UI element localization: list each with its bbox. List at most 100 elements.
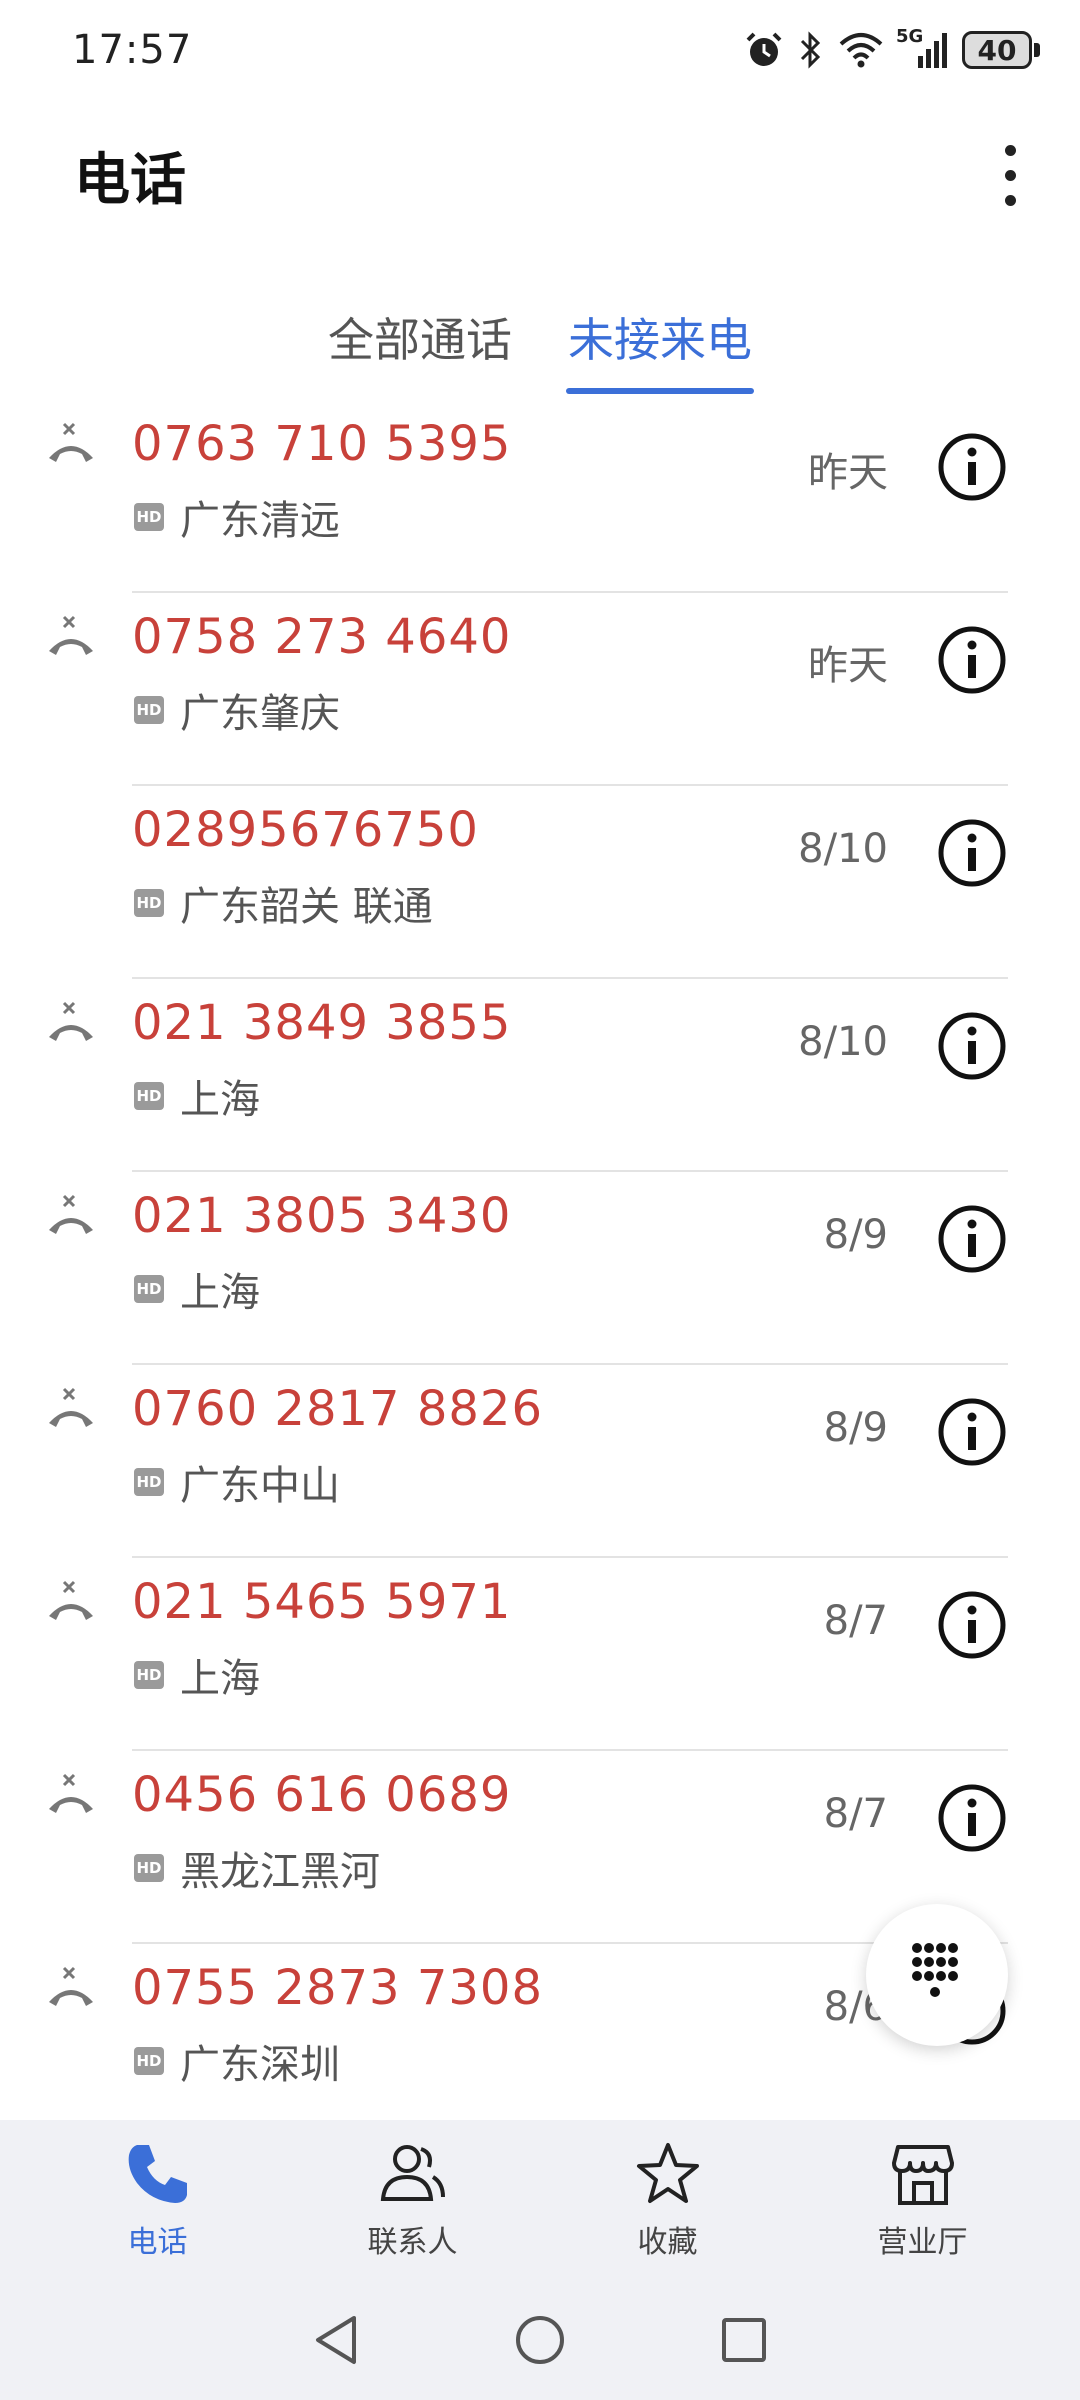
- call-sub: HD 广东中山: [134, 1453, 340, 1511]
- tab-all-calls[interactable]: 全部通话: [326, 300, 514, 396]
- call-date: 8/9: [823, 1212, 888, 1258]
- app-header: 电话: [0, 120, 1080, 230]
- dialpad-icon: [912, 1943, 958, 1997]
- call-location: 上海: [180, 1270, 260, 1316]
- call-row[interactable]: 0760 2817 8826 HD 广东中山 8/9: [0, 1365, 1080, 1558]
- call-row[interactable]: 0758 273 4640 HD 广东肇庆 昨天: [0, 593, 1080, 786]
- bluetooth-icon: [796, 30, 826, 70]
- home-icon[interactable]: [512, 2312, 568, 2368]
- call-row[interactable]: 021 5465 5971 HD 上海 8/7: [0, 1558, 1080, 1751]
- call-location: 广东深圳: [180, 2042, 340, 2088]
- call-date: 8/9: [823, 1405, 888, 1451]
- phone-icon: [128, 2145, 187, 2203]
- hd-badge: HD: [134, 696, 164, 724]
- nav-label: 联系人: [367, 2225, 458, 2260]
- battery-level: 40: [962, 31, 1032, 69]
- call-sub: HD 黑龙江黑河: [134, 1839, 380, 1897]
- call-date: 8/10: [798, 1019, 888, 1065]
- battery-icon: 40: [962, 31, 1040, 69]
- info-icon[interactable]: [937, 432, 1007, 502]
- call-sub: HD 广东韶关 联通: [134, 874, 433, 932]
- missed-call-icon: [49, 615, 93, 655]
- call-row[interactable]: 0763 710 5395 HD 广东清远 昨天: [0, 400, 1080, 593]
- status-time: 17:57: [72, 27, 193, 73]
- page-title: 电话: [74, 147, 186, 213]
- call-row[interactable]: 021 3849 3855 HD 上海 8/10: [0, 979, 1080, 1172]
- call-date: 8/7: [823, 1598, 888, 1644]
- call-number: 0758 273 4640: [132, 609, 512, 665]
- call-date: 昨天: [808, 643, 888, 689]
- call-location: 上海: [180, 1077, 260, 1123]
- hd-badge: HD: [134, 1661, 164, 1689]
- call-sub: HD 上海: [134, 1260, 260, 1318]
- call-row[interactable]: 02895676750 HD 广东韶关 联通 8/10: [0, 786, 1080, 979]
- missed-call-icon: [49, 422, 93, 462]
- call-number: 021 3805 3430: [132, 1188, 512, 1244]
- info-icon[interactable]: [937, 1590, 1007, 1660]
- system-nav-bar: [0, 2280, 1080, 2400]
- status-bar: 17:57 5G 40: [0, 0, 1080, 100]
- contacts-icon: [380, 2145, 445, 2201]
- call-location: 广东韶关 联通: [180, 884, 433, 930]
- hd-badge: HD: [134, 1468, 164, 1496]
- call-date: 昨天: [808, 450, 888, 496]
- more-vertical-icon[interactable]: [980, 120, 1040, 230]
- bottom-nav: 电话 联系人 收藏 营业厅: [0, 2120, 1080, 2280]
- info-icon[interactable]: [937, 625, 1007, 695]
- wifi-icon: [838, 30, 884, 70]
- star-icon: [636, 2143, 699, 2203]
- missed-call-icon: [49, 1773, 93, 1813]
- info-icon[interactable]: [937, 1783, 1007, 1853]
- call-location: 广东中山: [180, 1463, 340, 1509]
- missed-call-icon: [49, 1001, 93, 1041]
- nav-item-favorites[interactable]: 收藏: [568, 2139, 768, 2261]
- nav-item-phone[interactable]: 电话: [58, 2139, 258, 2261]
- call-sub: HD 上海: [134, 1067, 260, 1125]
- call-number: 021 5465 5971: [132, 1574, 512, 1630]
- nav-label: 电话: [127, 2225, 188, 2260]
- call-number: 0755 2873 7308: [132, 1960, 543, 2016]
- call-sub: HD 上海: [134, 1646, 260, 1704]
- call-date: 8/7: [823, 1791, 888, 1837]
- call-location: 广东清远: [180, 498, 340, 544]
- call-list: 0763 710 5395 HD 广东清远 昨天 0758 273 4640 H…: [0, 400, 1080, 2137]
- nav-item-store[interactable]: 营业厅: [823, 2139, 1023, 2261]
- call-tabs: 全部通话 未接来电: [0, 300, 1080, 396]
- status-icons: 5G 40: [744, 26, 1040, 70]
- call-number: 02895676750: [132, 802, 479, 858]
- info-icon[interactable]: [937, 818, 1007, 888]
- nav-label: 收藏: [637, 2225, 698, 2260]
- dialpad-button[interactable]: [866, 1904, 1008, 2046]
- call-sub: HD 广东肇庆: [134, 681, 340, 739]
- call-sub: HD 广东深圳: [134, 2032, 340, 2090]
- signal-icon: 5G: [896, 26, 950, 70]
- call-location: 上海: [180, 1656, 260, 1702]
- missed-call-icon: [49, 1966, 93, 2006]
- info-icon[interactable]: [937, 1204, 1007, 1274]
- call-number: 0760 2817 8826: [132, 1381, 543, 1437]
- hd-badge: HD: [134, 503, 164, 531]
- recents-icon[interactable]: [718, 2314, 770, 2366]
- hd-badge: HD: [134, 1275, 164, 1303]
- call-location: 黑龙江黑河: [180, 1849, 380, 1895]
- tab-missed-calls[interactable]: 未接来电: [566, 300, 754, 396]
- call-number: 021 3849 3855: [132, 995, 512, 1051]
- info-icon[interactable]: [937, 1011, 1007, 1081]
- alarm-icon: [744, 30, 784, 70]
- nav-item-contacts[interactable]: 联系人: [313, 2139, 513, 2261]
- call-number: 0456 616 0689: [132, 1767, 512, 1823]
- hd-badge: HD: [134, 889, 164, 917]
- info-icon[interactable]: [937, 1397, 1007, 1467]
- hd-badge: HD: [134, 1854, 164, 1882]
- hd-badge: HD: [134, 2047, 164, 2075]
- call-date: 8/10: [798, 826, 888, 872]
- missed-call-icon: [49, 1194, 93, 1234]
- call-sub: HD 广东清远: [134, 488, 340, 546]
- missed-call-icon: [49, 1580, 93, 1620]
- back-icon[interactable]: [310, 2312, 362, 2368]
- network-type: 5G: [896, 26, 924, 47]
- store-icon: [891, 2145, 954, 2205]
- missed-call-icon: [49, 1387, 93, 1427]
- call-location: 广东肇庆: [180, 691, 340, 737]
- call-row[interactable]: 021 3805 3430 HD 上海 8/9: [0, 1172, 1080, 1365]
